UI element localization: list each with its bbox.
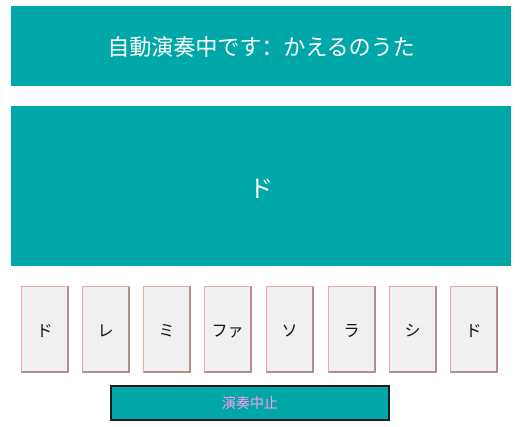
keyboard: ド レ ミ ファ ソ ラ シ ド: [0, 286, 523, 376]
stop-playback-label: 演奏中止: [222, 396, 278, 412]
key-mi[interactable]: ミ: [143, 286, 191, 373]
key-re[interactable]: レ: [82, 286, 130, 373]
status-banner: 自動演奏中です：かえるのうた: [11, 6, 511, 86]
key-do-high[interactable]: ド: [450, 286, 498, 373]
key-ra[interactable]: ラ: [328, 286, 376, 373]
current-note-display: ド: [11, 106, 511, 266]
key-so[interactable]: ソ: [266, 286, 314, 373]
stop-playback-button[interactable]: 演奏中止: [110, 385, 390, 421]
status-text: 自動演奏中です：かえるのうた: [107, 36, 415, 61]
current-note-label: ド: [249, 174, 273, 203]
key-shi[interactable]: シ: [389, 286, 437, 373]
key-do[interactable]: ド: [21, 286, 69, 373]
key-fa[interactable]: ファ: [204, 286, 252, 373]
